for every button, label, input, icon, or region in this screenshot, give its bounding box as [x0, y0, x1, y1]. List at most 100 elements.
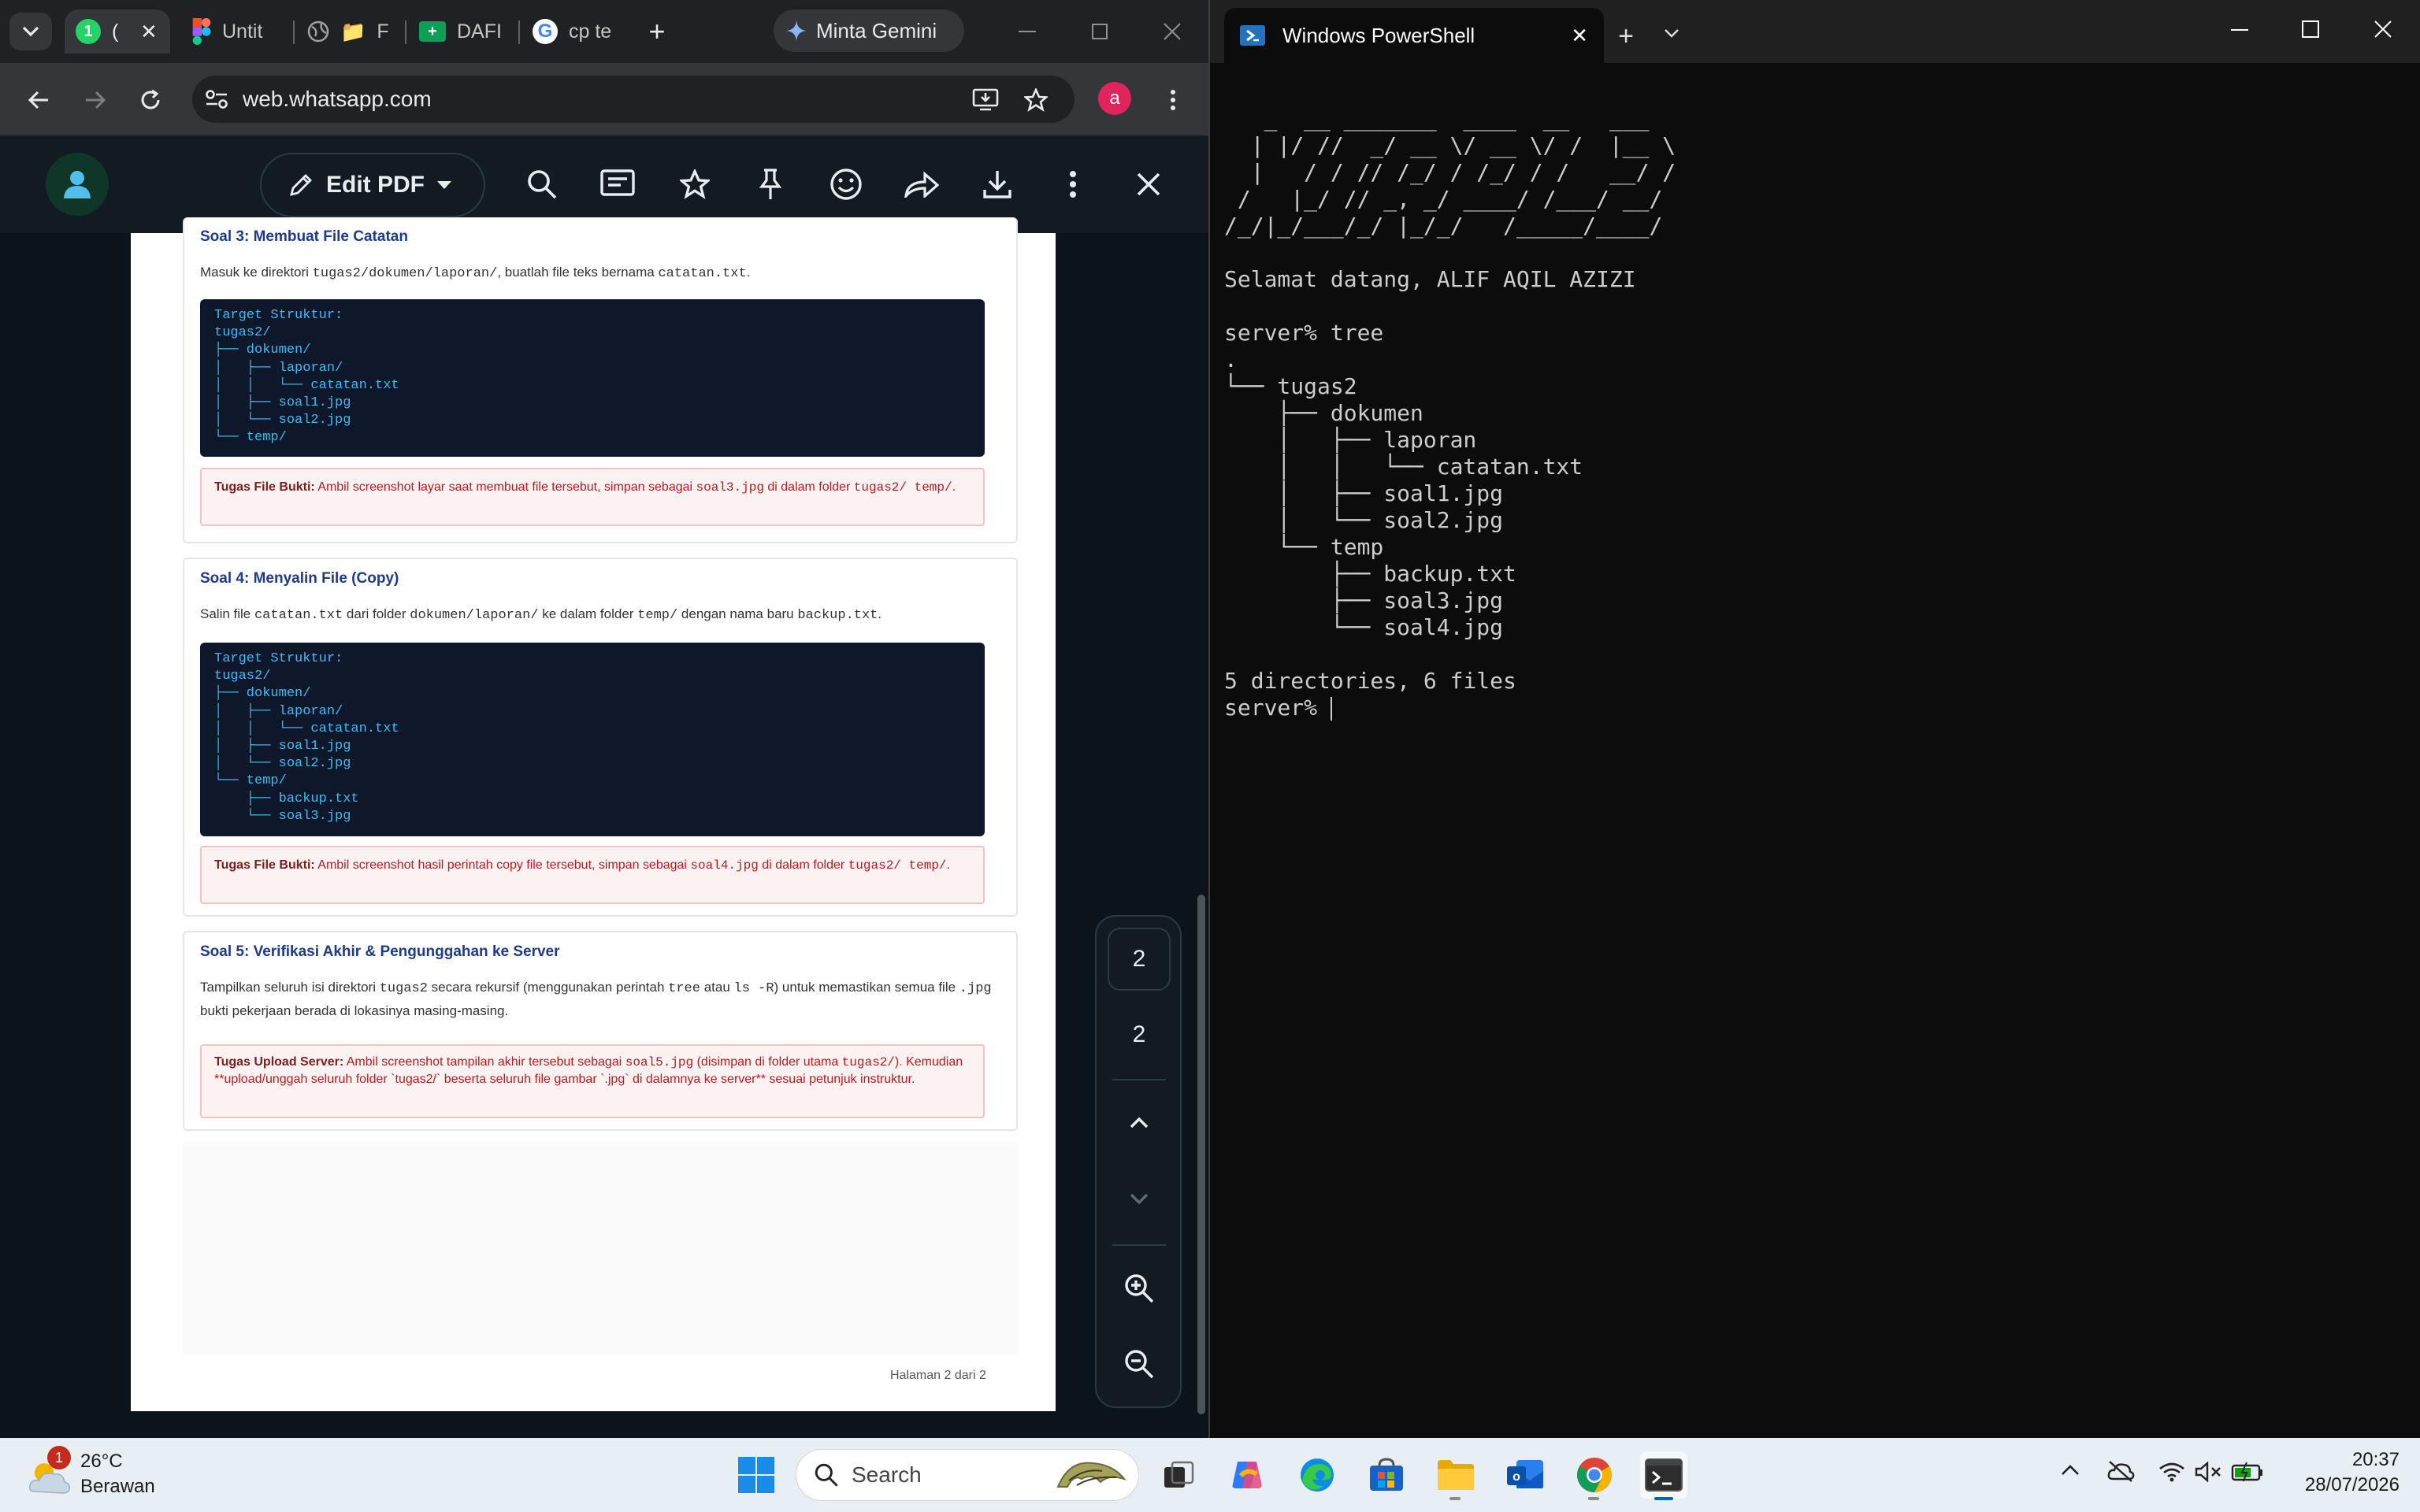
- microsoft-store-button[interactable]: [1363, 1451, 1410, 1499]
- scrollbar-thumb[interactable]: [1197, 895, 1205, 1414]
- network-button[interactable]: [2158, 1462, 2185, 1482]
- task-view-icon: [1164, 1461, 1194, 1488]
- view-in-chat-button[interactable]: [597, 164, 638, 205]
- maximize-icon: [2302, 20, 2319, 38]
- terminal-minimize-button[interactable]: [2231, 28, 2248, 32]
- close-icon[interactable]: ✕: [1571, 24, 1588, 48]
- tab-figma[interactable]: Untit: [192, 9, 279, 54]
- forward-icon: [904, 171, 939, 198]
- react-button[interactable]: [826, 164, 867, 205]
- clock-date[interactable]: 28/07/2026: [2277, 1474, 2400, 1496]
- volume-button[interactable]: [2195, 1462, 2221, 1482]
- tab-search-button[interactable]: [9, 13, 52, 50]
- code-line: └── temp/: [214, 430, 287, 446]
- search-icon: [815, 1463, 838, 1487]
- current-page-indicator[interactable]: 2: [1108, 928, 1171, 991]
- close-icon: [1164, 23, 1181, 40]
- divider: [1112, 1079, 1166, 1080]
- back-button[interactable]: [20, 82, 57, 118]
- show-hidden-icons-button[interactable]: [2061, 1465, 2080, 1476]
- folder-icon: 📁: [340, 19, 366, 43]
- site-info-icon[interactable]: [205, 89, 228, 109]
- forward-message-button[interactable]: [901, 164, 942, 205]
- zoom-in-button[interactable]: [1108, 1257, 1171, 1320]
- profile-avatar[interactable]: a: [1098, 82, 1131, 115]
- star-message-button[interactable]: [674, 164, 715, 205]
- download-button[interactable]: [977, 164, 1018, 205]
- maximize-button[interactable]: [1076, 14, 1123, 49]
- tab-separator: [518, 20, 520, 44]
- forward-button[interactable]: [77, 82, 113, 118]
- chrome-button[interactable]: [1571, 1451, 1618, 1500]
- sheets-icon: +: [419, 21, 446, 42]
- gemini-button[interactable]: Minta Gemini: [774, 9, 964, 52]
- tab-powershell[interactable]: Windows PowerShell ✕: [1224, 8, 1604, 63]
- emoji-icon: [830, 169, 862, 200]
- zoom-out-button[interactable]: [1108, 1332, 1171, 1395]
- next-page-button[interactable]: [1108, 1167, 1171, 1230]
- battery-charging-icon: [2231, 1462, 2262, 1482]
- tab-google-search[interactable]: G cp te: [533, 9, 624, 54]
- powershell-icon: [1240, 25, 1265, 46]
- taskbar-search[interactable]: Search: [796, 1449, 1139, 1501]
- battery-button[interactable]: [2231, 1462, 2264, 1482]
- close-icon[interactable]: ✕: [140, 20, 158, 44]
- tab-title: F: [377, 20, 389, 43]
- gemini-label: Minta Gemini: [816, 18, 937, 43]
- sender-avatar[interactable]: [46, 153, 109, 216]
- sync-status-button[interactable]: [2106, 1460, 2135, 1482]
- terminal-close-button[interactable]: [2374, 20, 2392, 38]
- chrome-window: 1 ( ✕ Untit 📁 F + DAFI G cp te + Minta G…: [0, 0, 1208, 1438]
- running-indicator: [1588, 1497, 1599, 1500]
- reload-icon: [141, 89, 160, 109]
- install-app-button[interactable]: [967, 82, 1004, 118]
- file-explorer-button[interactable]: [1432, 1451, 1479, 1500]
- code-line: │ └── soal2.jpg: [214, 413, 351, 428]
- globe-icon: [307, 20, 329, 43]
- weather-widget[interactable]: 1 26°C Berawan: [24, 1446, 165, 1506]
- figma-icon: [192, 18, 211, 45]
- address-bar[interactable]: web.whatsapp.com: [192, 76, 1075, 123]
- edit-pdf-button[interactable]: Edit PDF: [260, 153, 485, 217]
- terminal-button[interactable]: [1640, 1451, 1687, 1500]
- clock-time[interactable]: 20:37: [2336, 1449, 2400, 1471]
- new-terminal-tab-button[interactable]: +: [1610, 20, 1642, 52]
- outlook-button[interactable]: o: [1501, 1451, 1549, 1499]
- search-highlight-icon: [1056, 1462, 1126, 1488]
- browser-menu-button[interactable]: [1155, 82, 1191, 118]
- profile-dropdown-button[interactable]: [1664, 28, 1680, 38]
- terminal-output[interactable]: _ __ _______ ____ __ ___ | |/ // _/ __ \…: [1224, 79, 1676, 748]
- new-tab-button[interactable]: +: [640, 14, 674, 49]
- taskbar: [0, 1438, 2420, 1512]
- tab-title: (: [112, 20, 119, 43]
- edge-button[interactable]: [1294, 1451, 1341, 1499]
- chevron-up-icon: [1130, 1117, 1149, 1128]
- code-line: tugas2/: [214, 325, 271, 341]
- start-button[interactable]: [733, 1451, 780, 1499]
- section-title: Soal 4: Menyalin File (Copy): [200, 570, 399, 587]
- outlook-icon: o: [1507, 1460, 1543, 1488]
- svg-text:o: o: [1512, 1470, 1520, 1484]
- tree-output: . └── tugas2 ├── dokumen │ ├── laporan │…: [1224, 346, 1583, 640]
- copilot-icon: [1232, 1462, 1262, 1488]
- task-view-button[interactable]: [1155, 1451, 1202, 1499]
- section-title: Soal 5: Verifikasi Akhir & Pengunggahan …: [200, 943, 560, 960]
- search-button[interactable]: [521, 164, 562, 205]
- copilot-button[interactable]: [1224, 1451, 1271, 1499]
- previous-page-button[interactable]: [1108, 1091, 1171, 1154]
- terminal-maximize-button[interactable]: [2302, 20, 2319, 38]
- reload-button[interactable]: [132, 82, 169, 118]
- close-viewer-button[interactable]: [1128, 164, 1169, 205]
- more-options-button[interactable]: [1052, 164, 1093, 205]
- code-line: │ ├── laporan/: [214, 703, 343, 719]
- minimize-button[interactable]: [1004, 14, 1051, 49]
- bookmark-button[interactable]: [1018, 82, 1054, 118]
- prompt: server%: [1224, 695, 1331, 721]
- tab-sheets[interactable]: + DAFI: [419, 9, 506, 54]
- chrome-icon: [1577, 1458, 1612, 1492]
- tab-whatsapp[interactable]: 1 ( ✕: [65, 9, 170, 54]
- pin-button[interactable]: [750, 164, 791, 205]
- tab-title: DAFI: [457, 20, 502, 43]
- tab-drive[interactable]: 📁 F: [307, 9, 391, 54]
- close-window-button[interactable]: [1149, 14, 1196, 49]
